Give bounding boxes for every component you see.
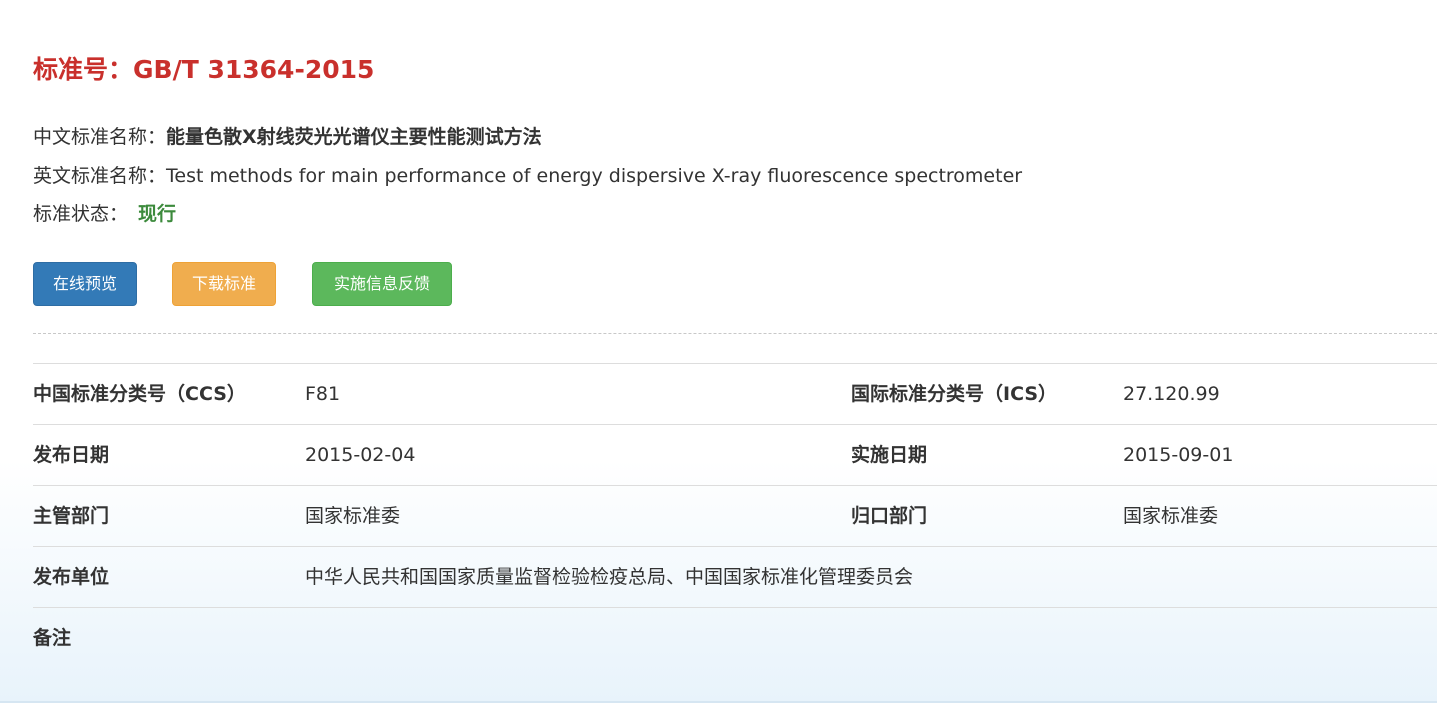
ics-value: 27.120.99 bbox=[1123, 383, 1220, 405]
en-name-label: 英文标准名称： bbox=[33, 165, 167, 187]
ccs-value: F81 bbox=[305, 383, 341, 405]
publish-date-label: 发布日期 bbox=[33, 444, 110, 466]
remarks-label: 备注 bbox=[33, 627, 72, 649]
download-standard-button[interactable]: 下载标准 bbox=[172, 262, 276, 306]
cn-name-line: 中文标准名称：能量色散X射线荧光光谱仪主要性能测试方法 bbox=[33, 122, 542, 149]
table-row: 发布日期 2015-02-04 实施日期 2015-09-01 bbox=[33, 425, 1437, 486]
competent-dept-label: 主管部门 bbox=[33, 505, 110, 527]
en-name-value: Test methods for main performance of ene… bbox=[166, 165, 1023, 187]
online-preview-button[interactable]: 在线预览 bbox=[33, 262, 137, 306]
table-row: 备注 bbox=[33, 608, 1437, 668]
ics-label: 国际标准分类号（ICS） bbox=[851, 383, 1058, 405]
publisher-label: 发布单位 bbox=[33, 566, 110, 588]
ccs-label: 中国标准分类号（CCS） bbox=[33, 383, 246, 405]
status-line: 标准状态： 现行 bbox=[33, 199, 176, 226]
responsible-dept-label: 归口部门 bbox=[851, 505, 928, 527]
table-row: 发布单位 中华人民共和国国家质量监督检验检疫总局、中国国家标准化管理委员会 bbox=[33, 547, 1437, 608]
implement-date-value: 2015-09-01 bbox=[1123, 444, 1234, 466]
competent-dept-value: 国家标准委 bbox=[305, 505, 401, 527]
dashed-divider bbox=[33, 333, 1437, 334]
status-badge: 现行 bbox=[138, 203, 177, 225]
table-row: 中国标准分类号（CCS） F81 国际标准分类号（ICS） 27.120.99 bbox=[33, 364, 1437, 425]
cn-name-value: 能量色散X射线荧光光谱仪主要性能测试方法 bbox=[166, 126, 542, 148]
table-row: 主管部门 国家标准委 归口部门 国家标准委 bbox=[33, 486, 1437, 547]
implement-date-label: 实施日期 bbox=[851, 444, 928, 466]
page-title: 标准号：GB/T 31364-2015 bbox=[33, 55, 375, 84]
cn-name-label: 中文标准名称： bbox=[33, 126, 167, 148]
detail-table: 中国标准分类号（CCS） F81 国际标准分类号（ICS） 27.120.99 … bbox=[33, 363, 1437, 668]
responsible-dept-value: 国家标准委 bbox=[1123, 505, 1219, 527]
implementation-feedback-button[interactable]: 实施信息反馈 bbox=[312, 262, 452, 306]
status-label: 标准状态： bbox=[33, 203, 129, 225]
publish-date-value: 2015-02-04 bbox=[305, 444, 416, 466]
en-name-line: 英文标准名称：Test methods for main performance… bbox=[33, 161, 1022, 188]
publisher-value: 中华人民共和国国家质量监督检验检疫总局、中国国家标准化管理委员会 bbox=[305, 566, 914, 588]
